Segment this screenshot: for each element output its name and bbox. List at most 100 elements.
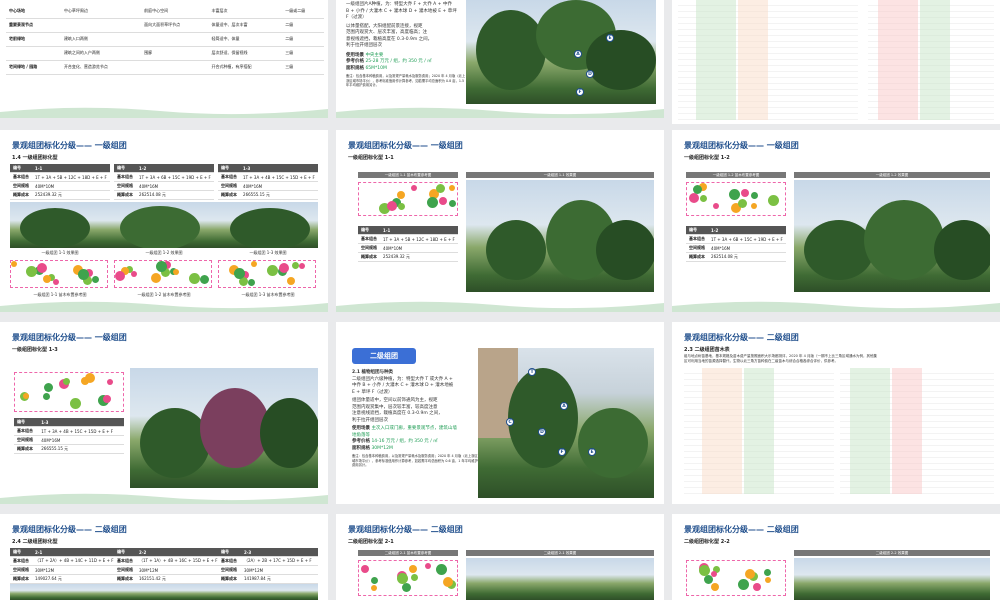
plant-dot (299, 263, 305, 269)
photo-bar: 一级组团 1-1 效果图 (466, 172, 654, 178)
slide-11[interactable]: 景观组团标化分级—— 二级组团 二级组团标化型 2-1 二级组团 2-1 苗木布… (336, 514, 664, 600)
photo-bar: 二级组团 2-1 效果图 (466, 550, 654, 556)
plant-dot (156, 261, 167, 272)
plant-dot (745, 569, 755, 579)
table-row: 重要景观节点 面向大面积草坪节点 体量适中、层次丰富 二级 (6, 18, 324, 33)
marker-d: D (586, 70, 594, 78)
plant-dot (63, 378, 70, 385)
wave-decoration (336, 107, 664, 118)
plant-dot (103, 395, 111, 403)
slide-12[interactable]: 景观组团标化分级—— 二级组团 二级组团标化型 2-2 二级组团 2-2 效果图 (672, 514, 1000, 600)
plant-dot (449, 185, 455, 191)
slide-title: 景观组团标化分级—— 二级组团 (684, 333, 799, 342)
marker-a: A (560, 402, 568, 410)
plant-dot (409, 565, 417, 573)
slide-3[interactable] (672, 0, 1000, 124)
level1-photo-strip (10, 202, 318, 248)
plant-dot (711, 571, 717, 577)
combo-table-1-3: 编号 1-3 基本组合 1T + 3A + 4B + 15C + 15D + E + … (218, 164, 318, 200)
level2-description: 2.1 植物组团与种类 二级组团片六级种植，为：特型大乔 T 或大乔 A + 中… (352, 370, 478, 467)
slide-7[interactable]: 景观组团标化分级—— 一级组团 一级组团标化型 1-3 编号 1-3 基本组合 1T… (0, 322, 328, 504)
plant-dot (439, 197, 447, 205)
plant-dot (768, 195, 779, 206)
plant-dot (70, 398, 81, 409)
plan-bar: 一级组团 1-1 苗木布置参考图 (358, 172, 458, 178)
plant-dot (387, 201, 397, 211)
photo-1-1 (466, 180, 654, 292)
level2-photo: T A C D F E (478, 348, 654, 498)
table-row: 建筑之间的入户两侧 围廊 层次舒适、保留视线 三级 (6, 46, 324, 61)
plant-dot (729, 189, 740, 200)
plant-dot (173, 269, 179, 275)
plan-1 (10, 260, 108, 288)
plant-dot (397, 573, 408, 584)
plant-dot (11, 261, 17, 267)
plant-dot (23, 393, 29, 399)
plan-bar: 二级组团 2-1 苗木布置参考图 (358, 550, 458, 556)
plan-2-2 (686, 560, 786, 596)
plant-dot (402, 583, 411, 592)
plant-dot (267, 265, 278, 276)
nursery-sheet-left (684, 368, 834, 494)
plant-dot (427, 197, 438, 208)
level1-description: 一级组团片A种植，为：特型大乔 F + 大乔 A + 中乔 B + 小乔 / 大… (346, 2, 466, 87)
plant-dot (131, 271, 137, 277)
plant-dot (443, 577, 453, 587)
plant-dot (711, 583, 719, 591)
plant-dot (738, 579, 749, 590)
combo-table-2-2: 编号 2-2 基本组合 （1T + 1A）+ 4B + 16C + 15D + E +… (114, 548, 221, 584)
intro-text: 组与地点树苗基地，基本规格及苗木费产量按照面积大乐场都测评，2020 年 4 月… (684, 354, 877, 363)
plan-1-1 (358, 182, 458, 216)
slide-4[interactable]: 景观组团标化分级—— 一级组团 1.4 一级组团标化型 编号 1-1 基本组合 1T … (0, 130, 328, 312)
combo-table-2-1: 编号 2-1 基本组合 （1T + 2A）+ 4B + 14C + 11D + E +… (10, 548, 117, 584)
wave-decoration (336, 301, 664, 312)
slide-5[interactable]: 景观组团标化分级—— 一级组团 一级组团标化型 1-1 一级组团 1-1 苗木布… (336, 130, 664, 312)
plant-dot (200, 275, 209, 284)
marker-e: E (588, 448, 596, 456)
plant-dot (397, 191, 405, 199)
plant-dot (78, 269, 89, 280)
slide-subtitle: 一级组团标化型 1-2 (684, 155, 730, 161)
slide-title: 景观组团标化分级—— 一级组团 (12, 333, 127, 342)
table-row: 中心场地 中心草坪周边 前庭中心空间 丰富层次 一级或二级 (6, 4, 324, 19)
slide-subtitle: 2.3 二级组团苗木表 (684, 347, 730, 353)
photo-caption-1: 一级组团 1-1 效果图 (41, 250, 79, 255)
table-1-3: 编号 1-3 基本组合 1T + 3A + 4B + 15C + 15D + E +… (14, 418, 124, 454)
combo-table-2-3: 编号 2-3 基本组合 （2A）+ 2B + 17C + 15D + E + F 空间规… (218, 548, 318, 584)
photo-bar: 二级组团 2-2 效果图 (794, 550, 990, 556)
slide-title: 景观组团标化分级—— 二级组团 (348, 525, 463, 534)
slide-6[interactable]: 景观组团标化分级—— 一级组团 一级组团标化型 1-2 一级组团 1-2 苗木布… (672, 130, 1000, 312)
plant-dot (292, 262, 299, 269)
plant-dot (741, 189, 749, 197)
photo-1-2 (794, 180, 990, 292)
plant-dot (753, 583, 761, 591)
photo-2-1 (466, 558, 654, 600)
level2-button[interactable]: 二级组团 (352, 348, 416, 364)
plant-dot (26, 266, 37, 277)
nursery-sheet-right (868, 0, 994, 120)
photo-2-2 (794, 558, 990, 600)
slide-9[interactable]: 景观组团标化分级—— 二级组团 2.3 二级组团苗木表 组与地点树苗基地，基本规… (672, 322, 1000, 504)
plant-dot (411, 185, 417, 191)
slide-1[interactable]: 中心场地 中心草坪周边 前庭中心空间 丰富层次 一级或二级 重要景观节点 面向大面积草坪节点… (0, 0, 328, 118)
plant-dot (115, 271, 125, 281)
plant-dot (411, 574, 418, 581)
marker-t: T (528, 368, 536, 376)
plan-1-3 (14, 372, 124, 412)
slide-8[interactable]: 二级组团 2.1 植物组团与种类 二级组团片六级种植，为：特型大乔 T 或大乔 … (336, 322, 664, 504)
nursery-sheet-left (678, 0, 858, 120)
slide-subtitle: 二级组团标化型 2-1 (348, 539, 394, 545)
plant-dot (689, 193, 699, 203)
plant-dot (693, 185, 702, 194)
photo-caption-2: 一级组团 1-2 效果图 (145, 250, 183, 255)
slide-2[interactable]: 一级组团片A种植，为：特型大乔 F + 大乔 A + 中乔 B + 小乔 / 大… (336, 0, 664, 118)
plant-dot (449, 200, 456, 207)
plant-dot (43, 393, 50, 400)
plant-dot (751, 192, 758, 199)
slide-10[interactable]: 景观组团标化分级—— 二级组团 2.4 二级组团标化型 编号 2-1 基本组合 （1T… (0, 514, 328, 600)
plant-dot (53, 279, 59, 285)
plant-dot (251, 261, 257, 267)
plant-dot (425, 563, 431, 569)
slide-title: 景观组团标化分级—— 一级组团 (348, 141, 463, 150)
table-1-1: 编号 1-1 基本组合 1T + 3A + 5B + 12C + 18D + E +… (358, 226, 458, 262)
